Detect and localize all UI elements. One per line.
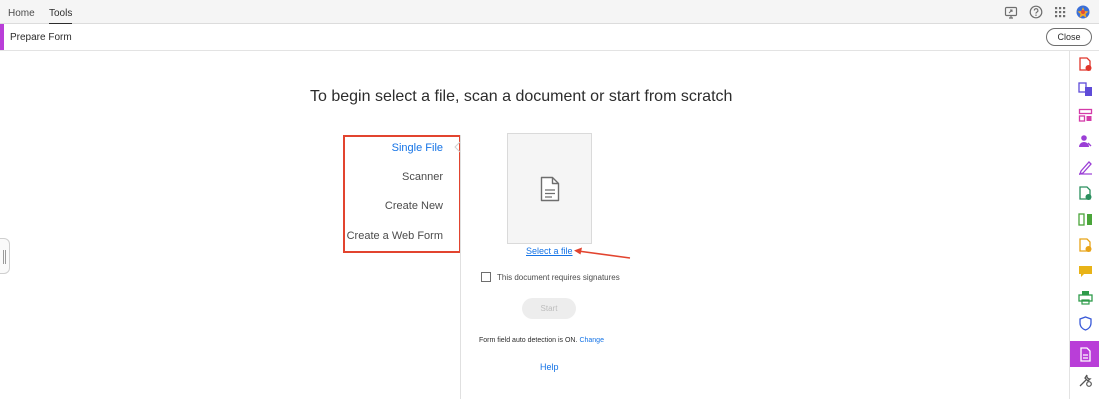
left-panel-handle[interactable]	[0, 238, 10, 274]
start-button[interactable]: Start	[522, 298, 576, 319]
tab-home[interactable]: Home	[8, 8, 35, 19]
avatar[interactable]	[1076, 5, 1090, 19]
file-drop-card[interactable]	[507, 133, 592, 244]
apps-grid-icon[interactable]	[1053, 5, 1067, 19]
document-icon	[540, 176, 560, 202]
help-link[interactable]: Help	[540, 362, 559, 372]
instruction-heading: To begin select a file, scan a document …	[310, 88, 733, 105]
autodetect-text: Form field auto detection is ON.	[479, 337, 578, 344]
export-pdf-icon[interactable]	[1078, 57, 1093, 72]
signature-checkbox[interactable]	[481, 272, 491, 282]
page-title: Prepare Form	[10, 32, 72, 43]
tool-header: Prepare Form Close	[0, 24, 1099, 51]
organize-pages-icon[interactable]	[1078, 108, 1093, 123]
panel-divider	[460, 135, 461, 399]
help-icon[interactable]	[1029, 5, 1043, 19]
option-create-web-form[interactable]: Create a Web Form	[347, 230, 443, 242]
request-signatures-icon[interactable]	[1078, 134, 1093, 149]
change-link[interactable]: Change	[579, 337, 604, 344]
select-file-link[interactable]: Select a file	[526, 246, 573, 256]
close-button[interactable]: Close	[1046, 28, 1092, 46]
create-pdf-icon[interactable]	[1078, 186, 1093, 201]
signature-checkbox-label: This document requires signatures	[497, 273, 620, 282]
monitor-share-icon[interactable]	[1004, 5, 1018, 19]
fill-sign-icon[interactable]	[1078, 160, 1093, 175]
more-tools-icon[interactable]	[1078, 373, 1093, 388]
combine-files-icon[interactable]	[1078, 82, 1093, 97]
option-create-new[interactable]: Create New	[385, 200, 443, 212]
option-scanner[interactable]: Scanner	[402, 171, 443, 183]
tab-tools[interactable]: Tools	[49, 8, 73, 25]
prepare-form-icon[interactable]	[1078, 347, 1093, 362]
protect-icon[interactable]	[1078, 316, 1093, 331]
menu-bar: Home Tools	[0, 0, 1099, 25]
tool-accent-bar	[0, 24, 4, 50]
compare-files-icon[interactable]	[1078, 212, 1093, 227]
autodetect-notice: Form field auto detection is ON. Change	[479, 337, 604, 344]
source-options-box: Single File Scanner Create New Create a …	[343, 135, 461, 253]
edit-pdf-icon[interactable]	[1078, 238, 1093, 253]
comment-icon[interactable]	[1078, 264, 1093, 279]
print-production-icon[interactable]	[1078, 290, 1093, 305]
annotation-arrow	[574, 247, 631, 259]
option-single-file[interactable]: Single File	[392, 142, 443, 154]
tools-rail	[1069, 51, 1099, 399]
